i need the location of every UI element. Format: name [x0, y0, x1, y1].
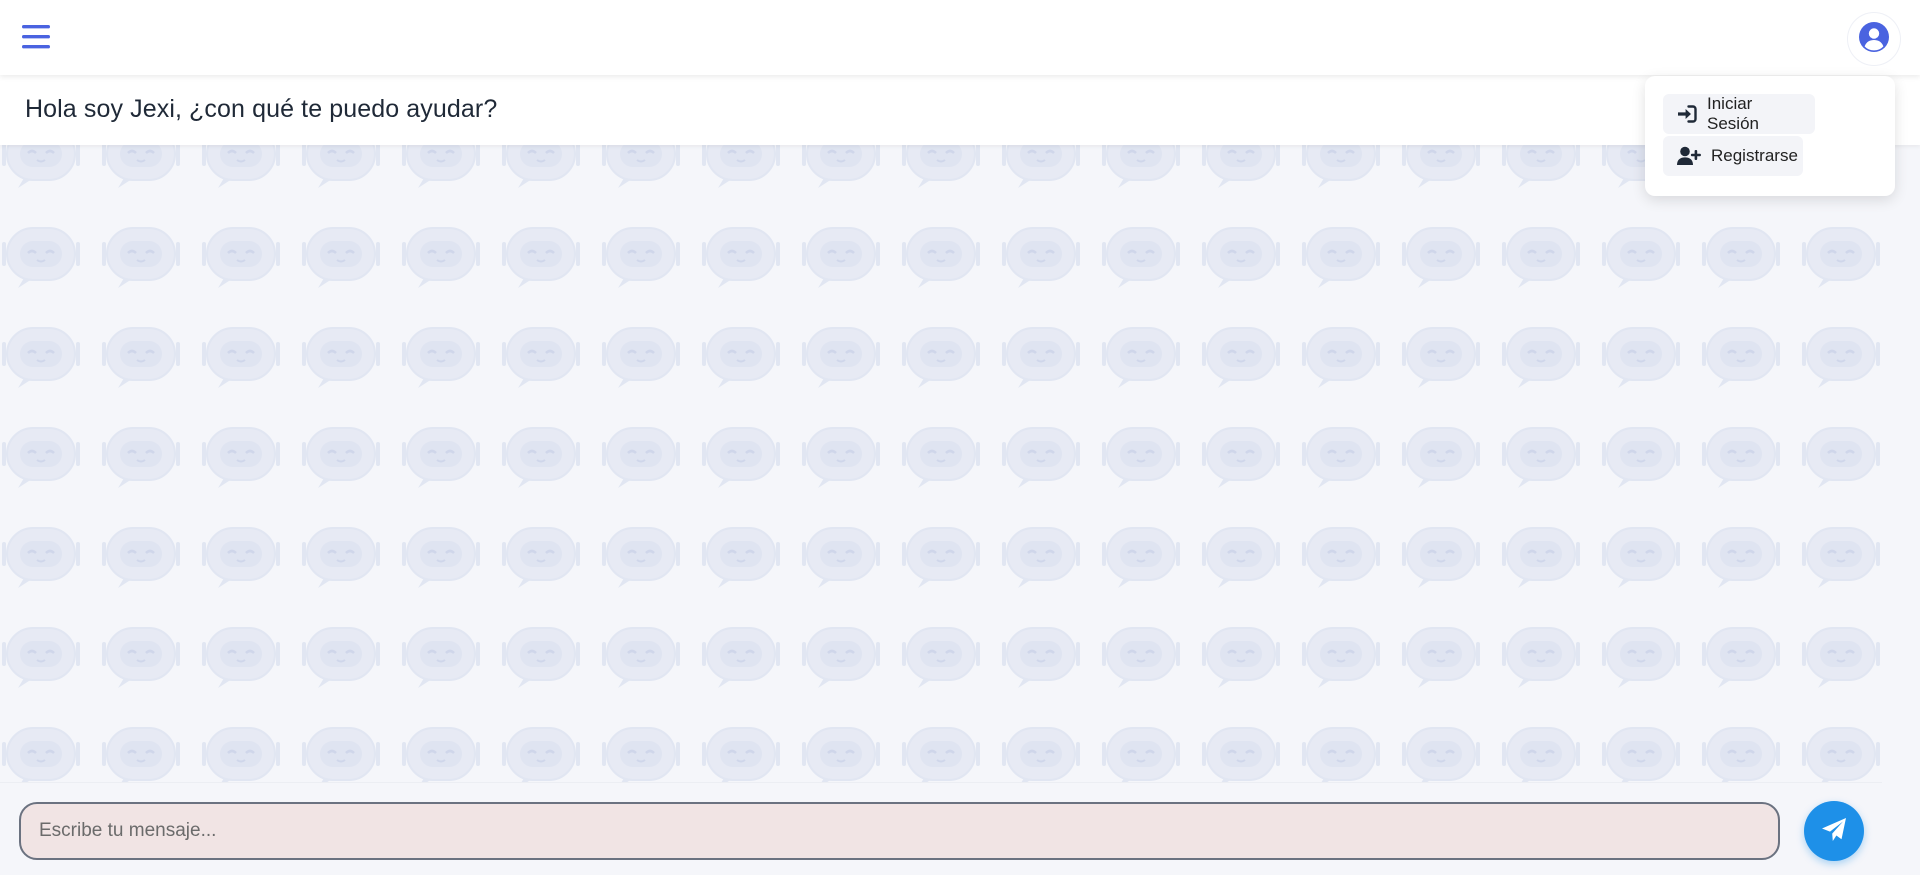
chat-messages-area[interactable]: [0, 145, 1882, 782]
paper-plane-icon: [1820, 816, 1848, 847]
scrollbar-track[interactable]: [1882, 145, 1920, 875]
login-menu-item[interactable]: Iniciar Sesión: [1663, 94, 1815, 134]
message-composer: [0, 782, 1882, 875]
chat-app: Hola soy Jexi, ¿con qué te puedo ayudar?: [0, 0, 1920, 875]
user-dropdown-menu: Iniciar Sesión Registrarse: [1645, 76, 1895, 196]
send-button[interactable]: [1804, 801, 1864, 861]
message-input[interactable]: [19, 802, 1780, 860]
hamburger-menu-icon[interactable]: [22, 24, 52, 50]
page-title: Hola soy Jexi, ¿con qué te puedo ayudar?: [25, 95, 498, 123]
user-plus-icon: [1677, 146, 1701, 166]
login-label: Iniciar Sesión: [1707, 94, 1759, 133]
top-bar: [0, 0, 1920, 75]
chat-header: Hola soy Jexi, ¿con qué te puedo ayudar?: [0, 75, 1920, 145]
register-label: Registrarse: [1711, 146, 1798, 165]
user-circle-icon: [1858, 21, 1890, 58]
sign-in-icon: [1677, 105, 1697, 123]
user-avatar-button[interactable]: [1848, 13, 1900, 65]
register-menu-item[interactable]: Registrarse: [1663, 136, 1803, 176]
robot-pattern-background: [0, 145, 1882, 782]
